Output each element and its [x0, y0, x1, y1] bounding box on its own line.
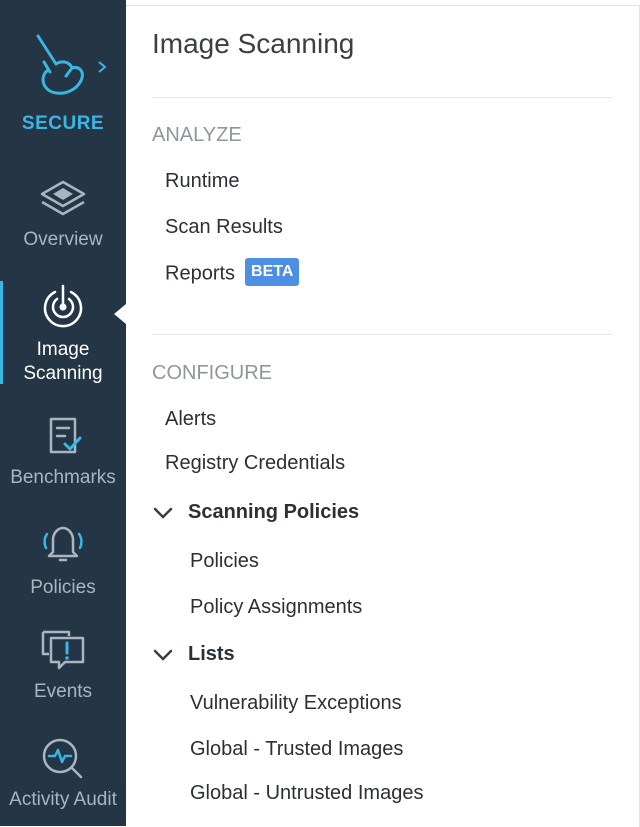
nav-overview-label: Overview	[23, 229, 103, 250]
menu-vulnerability-exceptions[interactable]: Vulnerability Exceptions	[190, 692, 402, 715]
nav-activity-audit-label: Activity Audit	[9, 789, 117, 810]
group-lists[interactable]: Lists	[152, 643, 235, 666]
menu-policies[interactable]: Policies	[190, 550, 259, 573]
nav-events[interactable]: Events	[0, 628, 126, 704]
bell-icon	[43, 526, 83, 562]
nav-image-scanning-label-2: Scanning	[23, 363, 103, 384]
shovel-logo-icon	[36, 34, 84, 95]
layers-icon	[40, 180, 86, 216]
chevron-right-icon	[98, 61, 107, 73]
section-divider	[152, 334, 612, 335]
section-configure-heading: CONFIGURE	[152, 362, 272, 384]
nav-policies[interactable]: Policies	[0, 522, 126, 600]
group-scanning-policies-label: Scanning Policies	[188, 501, 360, 523]
menu-registry-credentials[interactable]: Registry Credentials	[165, 452, 345, 475]
group-scanning-policies[interactable]: Scanning Policies	[152, 501, 359, 524]
nav-benchmarks-label: Benchmarks	[10, 467, 116, 488]
menu-alerts[interactable]: Alerts	[165, 408, 216, 431]
magnifier-pulse-icon	[42, 738, 83, 779]
nav-image-scanning-label-1: Image	[36, 339, 90, 360]
beta-badge: BETA	[245, 258, 300, 286]
menu-global-trusted-images[interactable]: Global - Trusted Images	[190, 738, 403, 761]
chevron-down-icon	[153, 507, 173, 519]
nav-policies-label: Policies	[30, 577, 96, 598]
menu-global-untrusted-images[interactable]: Global - Untrusted Images	[190, 782, 423, 805]
nav-events-label: Events	[33, 681, 93, 702]
clipboard-check-icon	[49, 417, 82, 454]
product-name: SECURE	[21, 113, 105, 134]
menu-runtime[interactable]: Runtime	[165, 170, 239, 193]
chevron-down-icon	[153, 649, 173, 661]
nav-image-scanning[interactable]: Image Scanning	[0, 284, 126, 386]
menu-scan-results[interactable]: Scan Results	[165, 216, 283, 239]
section-analyze-heading: ANALYZE	[152, 124, 242, 146]
nav-benchmarks[interactable]: Benchmarks	[0, 416, 126, 490]
menu-reports-label: Reports	[165, 262, 236, 285]
menu-reports[interactable]: Reports BETA	[165, 258, 300, 288]
page-title: Image Scanning	[152, 28, 355, 59]
scan-target-icon	[43, 284, 83, 328]
menu-policy-assignments[interactable]: Policy Assignments	[190, 596, 362, 619]
nav-activity-audit[interactable]: Activity Audit	[0, 736, 126, 812]
title-divider	[152, 97, 612, 98]
product-switcher[interactable]: SECURE	[0, 0, 126, 150]
group-lists-label: Lists	[188, 643, 235, 665]
app-sidebar: SECURE Overview Image Scanning Benchmark…	[0, 0, 126, 826]
nav-overview[interactable]: Overview	[0, 178, 126, 252]
chat-alert-icon	[41, 630, 85, 670]
